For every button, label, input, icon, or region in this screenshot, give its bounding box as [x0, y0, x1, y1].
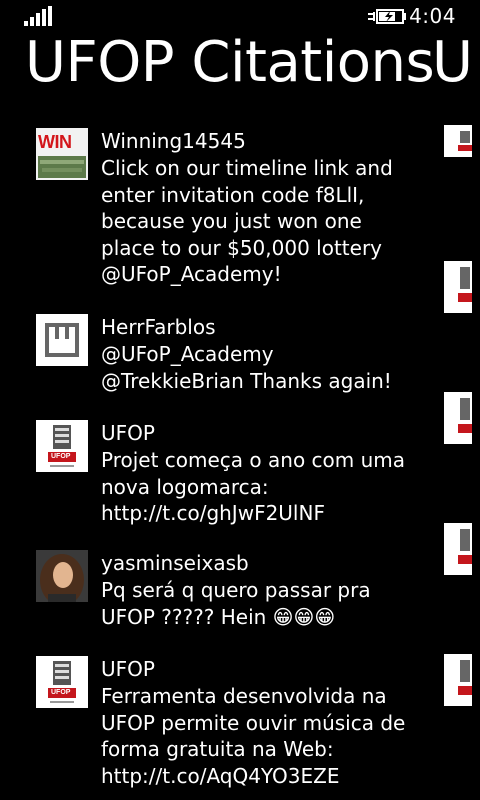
page-title: UFOP Citations — [25, 30, 435, 95]
user-photo-avatar — [36, 550, 88, 602]
tweet-author: HerrFarblos — [101, 315, 216, 339]
signal-strength-icon — [24, 6, 54, 26]
status-bar: 4:04 — [0, 0, 480, 32]
tweet-text: @UFoP_Academy @TrekkieBrian Thanks again… — [101, 342, 392, 393]
clock: 4:04 — [409, 4, 456, 28]
ufop-avatar-icon — [444, 523, 472, 575]
tweet-text: Click on our timeline link and enter inv… — [101, 156, 393, 286]
ufop-avatar-icon — [444, 261, 472, 313]
ufop-avatar-icon: UFOP — [36, 656, 88, 708]
tweet-text: Projet começa o ano com uma nova logomar… — [101, 448, 406, 525]
ufop-avatar-icon: UFOP — [36, 420, 88, 472]
ufop-avatar-icon — [444, 392, 472, 444]
ufop-avatar-icon — [444, 654, 472, 706]
win-logo-text: WIN — [38, 132, 72, 152]
tweet-author: yasminseixasb — [101, 551, 249, 575]
tweet-text: Pq será q quero passar pra UFOP ????? He… — [101, 578, 371, 629]
tweet-author: UFOP — [101, 657, 155, 681]
ufop-avatar-icon — [444, 125, 472, 157]
next-pivot-title[interactable]: U — [432, 30, 473, 95]
ufop-logo-text: UFOP — [51, 453, 71, 460]
tweet-text: Ferramenta desenvolvida na UFOP permite … — [101, 684, 406, 788]
battery-charging-icon — [368, 9, 406, 24]
ufop-logo-text: UFOP — [51, 689, 71, 696]
tweet-author: Winning14545 — [101, 129, 246, 153]
win-avatar-icon: WIN — [36, 128, 88, 180]
box-avatar-icon — [36, 314, 88, 366]
tweet-author: UFOP — [101, 421, 155, 445]
